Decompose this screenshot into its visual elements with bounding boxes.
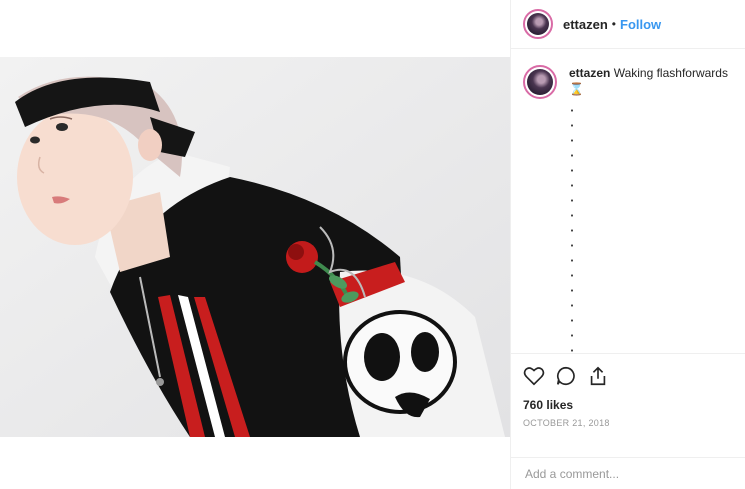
separator-dot: • <box>611 17 616 31</box>
heart-icon[interactable] <box>523 365 545 387</box>
caption-text: Waking flashforwards <box>613 66 728 80</box>
post-sidebar: ettazen • Follow ettazen Waking flashfor… <box>510 0 745 489</box>
add-comment-box <box>511 457 745 489</box>
avatar[interactable] <box>523 9 553 39</box>
hourglass-icon: ⌛ <box>569 82 584 96</box>
comment-input[interactable] <box>523 465 727 482</box>
share-icon[interactable] <box>587 365 609 387</box>
follow-button[interactable]: Follow <box>620 17 661 32</box>
caption-username[interactable]: ettazen <box>569 66 610 80</box>
comment-icon[interactable] <box>555 365 577 387</box>
header-username[interactable]: ettazen <box>563 17 608 32</box>
post-image[interactable] <box>0 57 510 437</box>
caption-body: ettazen Waking flashforwards ⌛ <box>569 65 733 353</box>
caption-avatar[interactable] <box>523 65 557 99</box>
likes-count[interactable]: 760 likes <box>511 390 745 412</box>
post-photo <box>0 57 510 437</box>
caption-dotted-line <box>571 103 573 353</box>
action-bar <box>511 354 745 390</box>
caption-block: ettazen Waking flashforwards ⌛ <box>511 49 745 354</box>
post-date: OCTOBER 21, 2018 <box>523 418 610 428</box>
post-header: ettazen • Follow <box>511 0 745 49</box>
